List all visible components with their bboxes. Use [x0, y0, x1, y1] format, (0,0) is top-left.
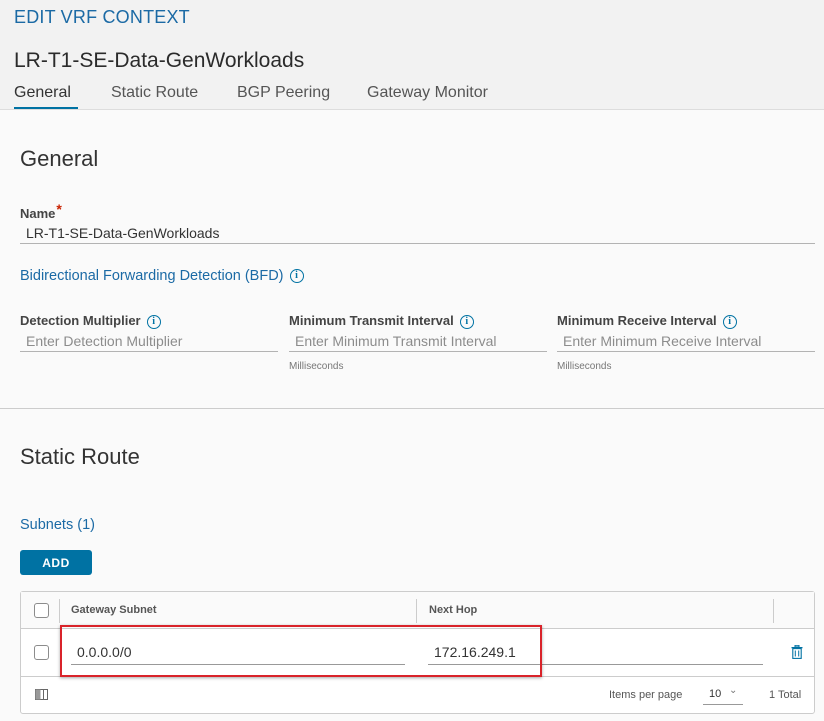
section-divider	[0, 408, 824, 409]
row-checkbox[interactable]	[34, 645, 49, 660]
items-per-page-select[interactable]: 10 ⌄	[703, 683, 743, 705]
chevron-down-icon[interactable]: ⌄	[729, 685, 737, 696]
info-icon[interactable]: i	[289, 269, 304, 284]
grid-header: Gateway Subnet Next Hop	[21, 592, 814, 629]
modal-title: EDIT VRF CONTEXT	[14, 7, 190, 27]
grid-footer: Items per page 10 ⌄ 1 Total	[21, 677, 814, 713]
min-transmit-input[interactable]	[289, 330, 547, 352]
min-transmit-label: Minimum Transmit Interval i	[289, 313, 474, 329]
detection-multiplier-label: Detection Multiplier i	[20, 313, 161, 329]
modal-header: EDIT VRF CONTEXT LR-T1-SE-Data-GenWorklo…	[0, 0, 824, 110]
tab-general[interactable]: General	[14, 84, 78, 110]
general-section-title: General	[20, 146, 99, 171]
items-per-page-value[interactable]: 10	[709, 688, 721, 700]
vrf-name-heading: LR-T1-SE-Data-GenWorkloads	[14, 49, 305, 72]
highlight-annotation	[60, 625, 542, 677]
info-icon[interactable]: i	[459, 314, 474, 329]
subnets-link[interactable]: Subnets (1)	[20, 517, 95, 533]
min-receive-input[interactable]	[557, 330, 815, 352]
info-icon[interactable]: i	[722, 314, 737, 329]
bfd-link[interactable]: Bidirectional Forwarding Detection (BFD)…	[20, 268, 304, 284]
min-receive-label: Minimum Receive Interval i	[557, 313, 737, 329]
name-field[interactable]	[20, 222, 815, 244]
column-separator[interactable]	[416, 599, 417, 623]
select-all-checkbox[interactable]	[34, 603, 49, 618]
name-label: Name*	[20, 201, 62, 221]
tab-gateway-monitor[interactable]: Gateway Monitor	[367, 84, 488, 110]
tab-static-route[interactable]: Static Route	[111, 84, 198, 110]
detection-multiplier-input[interactable]	[20, 330, 278, 352]
info-icon[interactable]: i	[146, 314, 161, 329]
column-separator	[59, 599, 60, 623]
column-separator[interactable]	[773, 599, 774, 623]
add-button[interactable]: ADD	[20, 550, 92, 575]
required-mark: *	[56, 201, 62, 217]
static-route-section-title: Static Route	[20, 444, 140, 469]
tab-bgp-peering[interactable]: BGP Peering	[237, 84, 330, 110]
min-transmit-hint: Milliseconds	[289, 361, 344, 372]
min-receive-hint: Milliseconds	[557, 361, 612, 372]
total-count: 1 Total	[769, 689, 802, 701]
trash-icon[interactable]	[791, 645, 803, 659]
column-header-gateway-subnet[interactable]: Gateway Subnet	[71, 604, 157, 616]
column-header-next-hop[interactable]: Next Hop	[429, 604, 477, 616]
items-per-page-label: Items per page	[609, 689, 683, 701]
column-toggle-icon[interactable]	[35, 689, 48, 700]
